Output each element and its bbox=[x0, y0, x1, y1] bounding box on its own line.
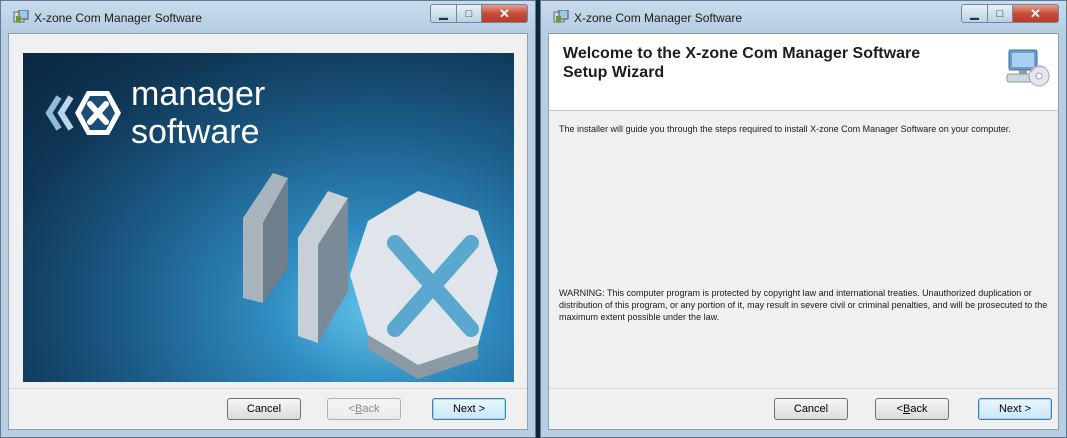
brand-text-line2: software bbox=[131, 113, 260, 151]
window-title: X-zone Com Manager Software bbox=[34, 11, 203, 25]
back-button[interactable]: < Back bbox=[875, 398, 949, 420]
maximize-button[interactable]: □ bbox=[988, 4, 1013, 23]
window-client: manager software Cancel < Back Next > bbox=[8, 33, 528, 430]
back-button-mnemonic: B bbox=[354, 403, 363, 415]
maximize-icon: □ bbox=[996, 7, 1004, 20]
close-button[interactable]: ✕ bbox=[1013, 4, 1059, 23]
window-client: Welcome to the X-zone Com Manager Softwa… bbox=[548, 33, 1059, 430]
title-bar[interactable]: X-zone Com Manager Software ▁ □ ✕ bbox=[541, 1, 1066, 33]
cancel-button[interactable]: Cancel bbox=[227, 398, 301, 420]
title-bar[interactable]: X-zone Com Manager Software ▁ □ ✕ bbox=[1, 1, 535, 33]
setup-window-welcome: X-zone Com Manager Software ▁ □ ✕ Welcom… bbox=[540, 0, 1067, 438]
wizard-title: Welcome to the X-zone Com Manager Softwa… bbox=[563, 45, 921, 81]
back-button-rest: ack bbox=[362, 403, 380, 415]
button-bar: Cancel < Back Next > bbox=[9, 388, 527, 429]
wizard-body: The installer will guide you through the… bbox=[549, 111, 1058, 389]
window-controls: ▁ □ ✕ bbox=[961, 4, 1059, 23]
cancel-button[interactable]: Cancel bbox=[774, 398, 848, 420]
wizard-header: Welcome to the X-zone Com Manager Softwa… bbox=[549, 34, 1058, 111]
minimize-icon: ▁ bbox=[439, 8, 448, 20]
splash-banner: manager software bbox=[23, 53, 514, 382]
x-hexagon-logo-icon bbox=[45, 91, 121, 135]
close-icon: ✕ bbox=[1030, 5, 1041, 21]
installer-icon bbox=[553, 10, 569, 23]
maximize-button[interactable]: □ bbox=[457, 4, 482, 23]
back-button-rest: ack bbox=[910, 403, 928, 415]
back-button-mnemonic: B bbox=[902, 403, 911, 415]
window-controls: ▁ □ ✕ bbox=[430, 4, 528, 23]
computer-install-icon bbox=[1006, 49, 1050, 87]
intro-text: The installer will guide you through the… bbox=[559, 124, 1011, 134]
setup-window-splash: X-zone Com Manager Software ▁ □ ✕ manage… bbox=[0, 0, 536, 438]
next-button[interactable]: Next > bbox=[432, 398, 506, 420]
warning-text: WARNING: This computer program is protec… bbox=[559, 288, 1048, 322]
installer-icon bbox=[13, 10, 29, 23]
maximize-icon: □ bbox=[465, 7, 473, 20]
button-bar: Cancel < Back Next > bbox=[549, 388, 1058, 429]
brand-text-line1: manager bbox=[131, 75, 266, 113]
close-icon: ✕ bbox=[499, 5, 510, 21]
window-title: X-zone Com Manager Software bbox=[574, 11, 743, 25]
minimize-button[interactable]: ▁ bbox=[430, 4, 457, 23]
minimize-button[interactable]: ▁ bbox=[961, 4, 988, 23]
back-button[interactable]: < Back bbox=[327, 398, 401, 420]
minimize-icon: ▁ bbox=[970, 8, 979, 20]
close-button[interactable]: ✕ bbox=[482, 4, 528, 23]
next-button[interactable]: Next > bbox=[978, 398, 1052, 420]
